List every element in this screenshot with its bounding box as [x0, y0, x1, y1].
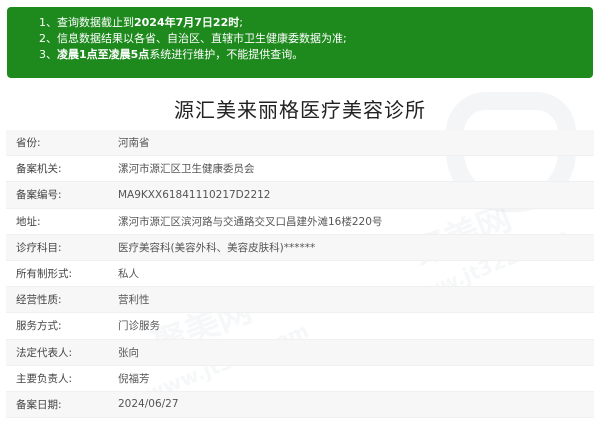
notice-line-3-prefix: 3、 [39, 48, 57, 61]
row-label: 诊疗科目: [16, 241, 62, 254]
notice-line-1-date: 2024年7月7日22时 [134, 16, 240, 29]
page-title: 源汇美来丽格医疗美容诊所 [174, 98, 426, 122]
table-row: 法定代表人: 张向 [6, 339, 594, 366]
row-label: 服务方式: [16, 320, 62, 333]
notice-line-2-text: 2、信息数据结果以各省、自治区、直辖市卫生健康委数据为准; [39, 32, 347, 45]
row-label: 主要负责人: [16, 372, 73, 385]
notice-line-1: 1、查询数据截止到2024年7月7日22时; [39, 15, 593, 31]
table-row: 备案日期: 2024/06/27 [6, 391, 594, 419]
row-value: 张向 [118, 346, 139, 359]
notice-line-2: 2、信息数据结果以各省、自治区、直辖市卫生健康委数据为准; [39, 31, 593, 47]
row-value: 营利性 [118, 294, 150, 307]
row-label: 所有制形式: [16, 268, 73, 281]
notice-line-1-suffix: ; [239, 16, 243, 29]
notice-line-3: 3、凌晨1点至凌晨5点系统进行维护，不能提供查询。 [39, 47, 593, 63]
notice-line-1-prefix: 1、查询数据截止到 [39, 16, 134, 29]
row-value: 医疗美容科(美容外科、美容皮肤科)****** [118, 241, 316, 254]
row-label: 备案编号: [16, 189, 62, 202]
table-row: 经营性质: 营利性 [6, 287, 594, 314]
row-value: 2024/06/27 [118, 398, 179, 411]
row-label: 备案机关: [16, 163, 62, 176]
row-label: 经营性质: [16, 294, 62, 307]
notice-line-3-suffix: 系统进行维护，不能提供查询。 [149, 48, 304, 61]
row-label: 地址: [16, 215, 41, 228]
row-value: 漯河市源汇区卫生健康委员会 [118, 163, 255, 176]
info-table: 省份: 河南省 备案机关: 漯河市源汇区卫生健康委员会 备案编号: MA9KXX618… [6, 130, 594, 419]
row-value: 门诊服务 [118, 320, 160, 333]
notice-banner: 1、查询数据截止到2024年7月7日22时; 2、信息数据结果以各省、自治区、直… [7, 7, 593, 78]
row-value: 私人 [118, 268, 139, 281]
table-row: 省份: 河南省 [6, 130, 594, 157]
table-row: 备案机关: 漯河市源汇区卫生健康委员会 [6, 156, 594, 183]
table-row: 服务方式: 门诊服务 [6, 313, 594, 340]
row-value: 河南省 [118, 137, 150, 150]
row-value: 漯河市源汇区滨河路与交通路交叉口昌建外滩16楼220号 [118, 215, 383, 228]
row-value: 倪福芳 [118, 372, 150, 385]
row-label: 备案日期: [16, 398, 62, 411]
table-row: 地址: 漯河市源汇区滨河路与交通路交叉口昌建外滩16楼220号 [6, 209, 594, 235]
notice-line-3-hours: 凌晨1点至凌晨5点 [57, 48, 150, 61]
table-row: 诊疗科目: 医疗美容科(美容外科、美容皮肤科)****** [6, 234, 594, 261]
table-row: 所有制形式: 私人 [6, 261, 594, 288]
table-row: 主要负责人: 倪福芳 [6, 366, 594, 392]
row-label: 法定代表人: [16, 346, 73, 359]
row-value: MA9KXX61841110217D2212 [118, 188, 271, 201]
row-label: 省份: [16, 137, 41, 150]
table-row: 备案编号: MA9KXX61841110217D2212 [6, 182, 594, 209]
